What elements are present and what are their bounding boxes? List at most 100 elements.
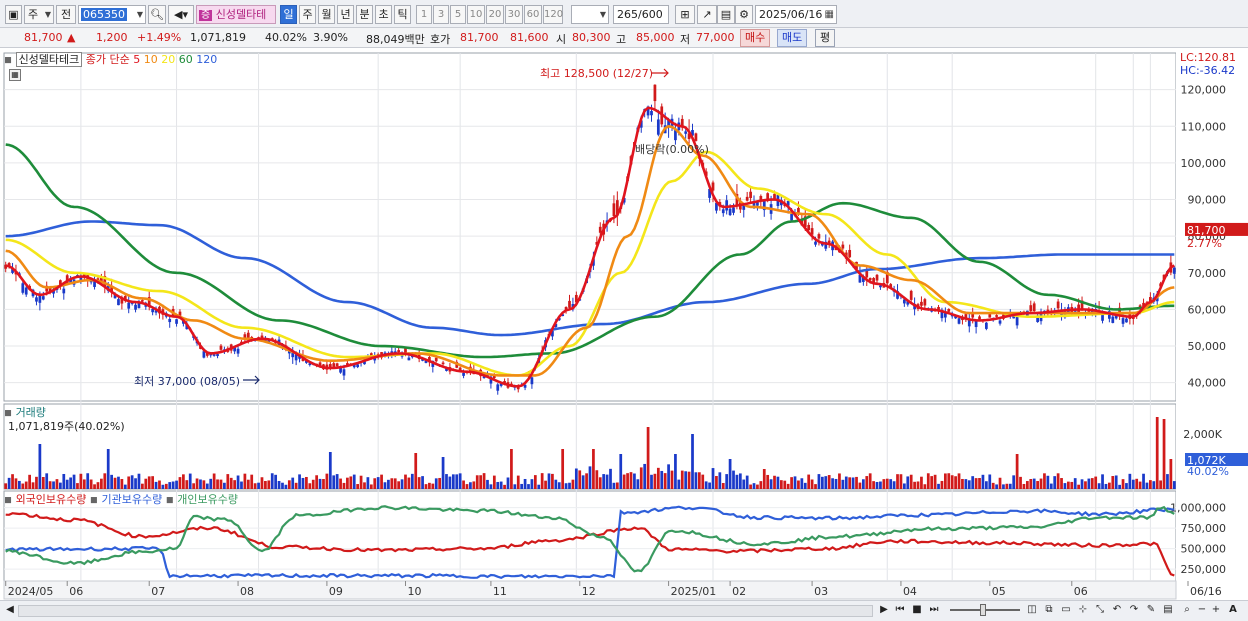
period-button[interactable]: 초 (375, 5, 392, 24)
volume-bar (431, 483, 435, 489)
date-field[interactable]: 2025/06/16 ▦ (755, 5, 837, 24)
volume-bar (1149, 480, 1152, 489)
stock-name-field[interactable]: 증 신성델타테 (196, 5, 276, 24)
buy-button[interactable]: 매수 (740, 29, 771, 47)
candle-body (656, 119, 660, 135)
window-menu-icon[interactable]: ▣ (5, 5, 22, 24)
interval-button[interactable]: 5 (450, 5, 466, 24)
candle-body (923, 299, 927, 306)
volume-bar (537, 484, 541, 489)
volume-bar (725, 474, 729, 489)
volume-bar (742, 479, 746, 489)
volume-bar (646, 427, 650, 489)
period-button[interactable]: 월 (318, 5, 335, 24)
dividend-marker-label: 배당락(0.00%) (635, 143, 709, 156)
volume-bar (147, 476, 151, 489)
font-size-icon[interactable]: A (1226, 603, 1240, 619)
volume-bar (615, 482, 619, 489)
low-label: 저 (680, 33, 691, 46)
volume-bar (489, 484, 493, 489)
volume-bar (957, 473, 961, 489)
volume-bar (520, 483, 524, 489)
period-button[interactable]: 년 (337, 5, 354, 24)
eval-button[interactable]: 평 (815, 29, 836, 47)
stock-chart[interactable]: 120,000110,000100,00090,00080,00070,0006… (0, 49, 1248, 601)
redo-icon[interactable]: ↷ (1127, 603, 1141, 619)
candle-body (612, 203, 616, 217)
volume-bar (776, 476, 780, 489)
volume-bar (369, 484, 373, 489)
split-icon[interactable]: ▭ (1059, 603, 1073, 619)
volume-bar (1114, 475, 1118, 489)
count-field[interactable]: 265/600 (613, 5, 669, 24)
zoom-out-icon[interactable]: − (1196, 603, 1208, 619)
period-button[interactable]: 분 (356, 5, 373, 24)
volume-bar (513, 484, 517, 489)
draw-tool-icon[interactable]: ↗ (697, 5, 717, 24)
turnover-rate: 3.90% (313, 31, 348, 44)
crosshair-icon[interactable]: ⊹ (1076, 603, 1090, 619)
volume-bar (499, 481, 503, 489)
x-axis-label: 04 (903, 585, 917, 598)
zoom-icon[interactable]: ⌕ (1180, 603, 1194, 619)
layout-icon[interactable]: ▤ (1161, 603, 1175, 619)
search-icon[interactable]: 🔍︎ (148, 5, 166, 24)
market-select[interactable]: 주 ▼ (24, 5, 54, 24)
last-page-icon[interactable]: ⏭ (927, 603, 941, 619)
volume-bar (943, 473, 947, 489)
volume-bar (858, 482, 862, 489)
volume-bar (961, 478, 964, 489)
volume-bar (400, 479, 404, 489)
bid-price: 81,600 (510, 31, 549, 44)
volume-bar (226, 474, 230, 489)
period-button[interactable]: 틱 (394, 5, 411, 24)
period-button[interactable]: 일 (280, 5, 297, 24)
chart-area[interactable]: 120,000 110,000 100,000 90,000 80,000 70,000 6… (0, 49, 1248, 621)
prev-button[interactable]: 전 (56, 5, 76, 24)
chevron-down-icon: ▼ (136, 10, 143, 19)
volume-bar (527, 484, 530, 489)
volume-bar (810, 479, 814, 489)
price-tick-label: 40,000 (1188, 377, 1227, 390)
period-button[interactable]: 주 (299, 5, 316, 24)
brush-icon[interactable]: ✎ (1144, 603, 1158, 619)
grid-tool-icon[interactable]: ⊞ (675, 5, 695, 24)
sound-icon[interactable]: ◀▾ (168, 5, 194, 24)
code-input[interactable]: 065350 ▼ (78, 5, 146, 24)
interval-button[interactable]: 3 (433, 5, 449, 24)
x-axis-label: 2025/01 (671, 585, 717, 598)
scroll-right-icon[interactable]: ▶ (878, 603, 890, 619)
zoom-in-icon[interactable]: + (1210, 603, 1222, 619)
chart-scrollbar[interactable] (18, 605, 873, 617)
interval-button[interactable]: 10 (467, 5, 485, 24)
gear-icon[interactable]: ⚙ (735, 5, 753, 24)
interval-button[interactable]: 20 (486, 5, 504, 24)
scroll-left-icon[interactable]: ◀ (4, 603, 16, 619)
volume-bar (1046, 475, 1050, 489)
table-icon[interactable]: ▦ (9, 69, 21, 81)
sell-button[interactable]: 매도 (777, 29, 808, 47)
volume-bar (691, 434, 694, 489)
interval-input[interactable]: ▼ (571, 5, 609, 24)
move-icon[interactable]: ⤡ (1093, 603, 1107, 619)
candle-body (749, 191, 752, 199)
stop-icon[interactable]: ■ (910, 603, 924, 619)
save-icon[interactable]: ▤ (717, 5, 735, 24)
volume-bar (1053, 476, 1057, 489)
interval-button[interactable]: 120 (543, 5, 563, 24)
interval-button[interactable]: 1 (416, 5, 432, 24)
interval-button[interactable]: 60 (524, 5, 542, 24)
view-icon[interactable]: ◫ (1025, 603, 1039, 619)
volume-bar (851, 477, 855, 489)
change-value: 1,200 (96, 31, 128, 44)
volume-bar (113, 477, 117, 489)
holdings-tick-label: 1,000,000 (1170, 502, 1226, 515)
zoom-slider-handle[interactable] (980, 604, 986, 616)
interval-button[interactable]: 30 (505, 5, 523, 24)
copy-icon[interactable]: ⧉ (1042, 603, 1056, 619)
undo-icon[interactable]: ↶ (1110, 603, 1124, 619)
candle-body (530, 377, 534, 385)
first-page-icon[interactable]: ⏮ (893, 603, 907, 619)
volume-ratio: 40.02% (265, 31, 307, 44)
volume-bar (404, 474, 407, 489)
